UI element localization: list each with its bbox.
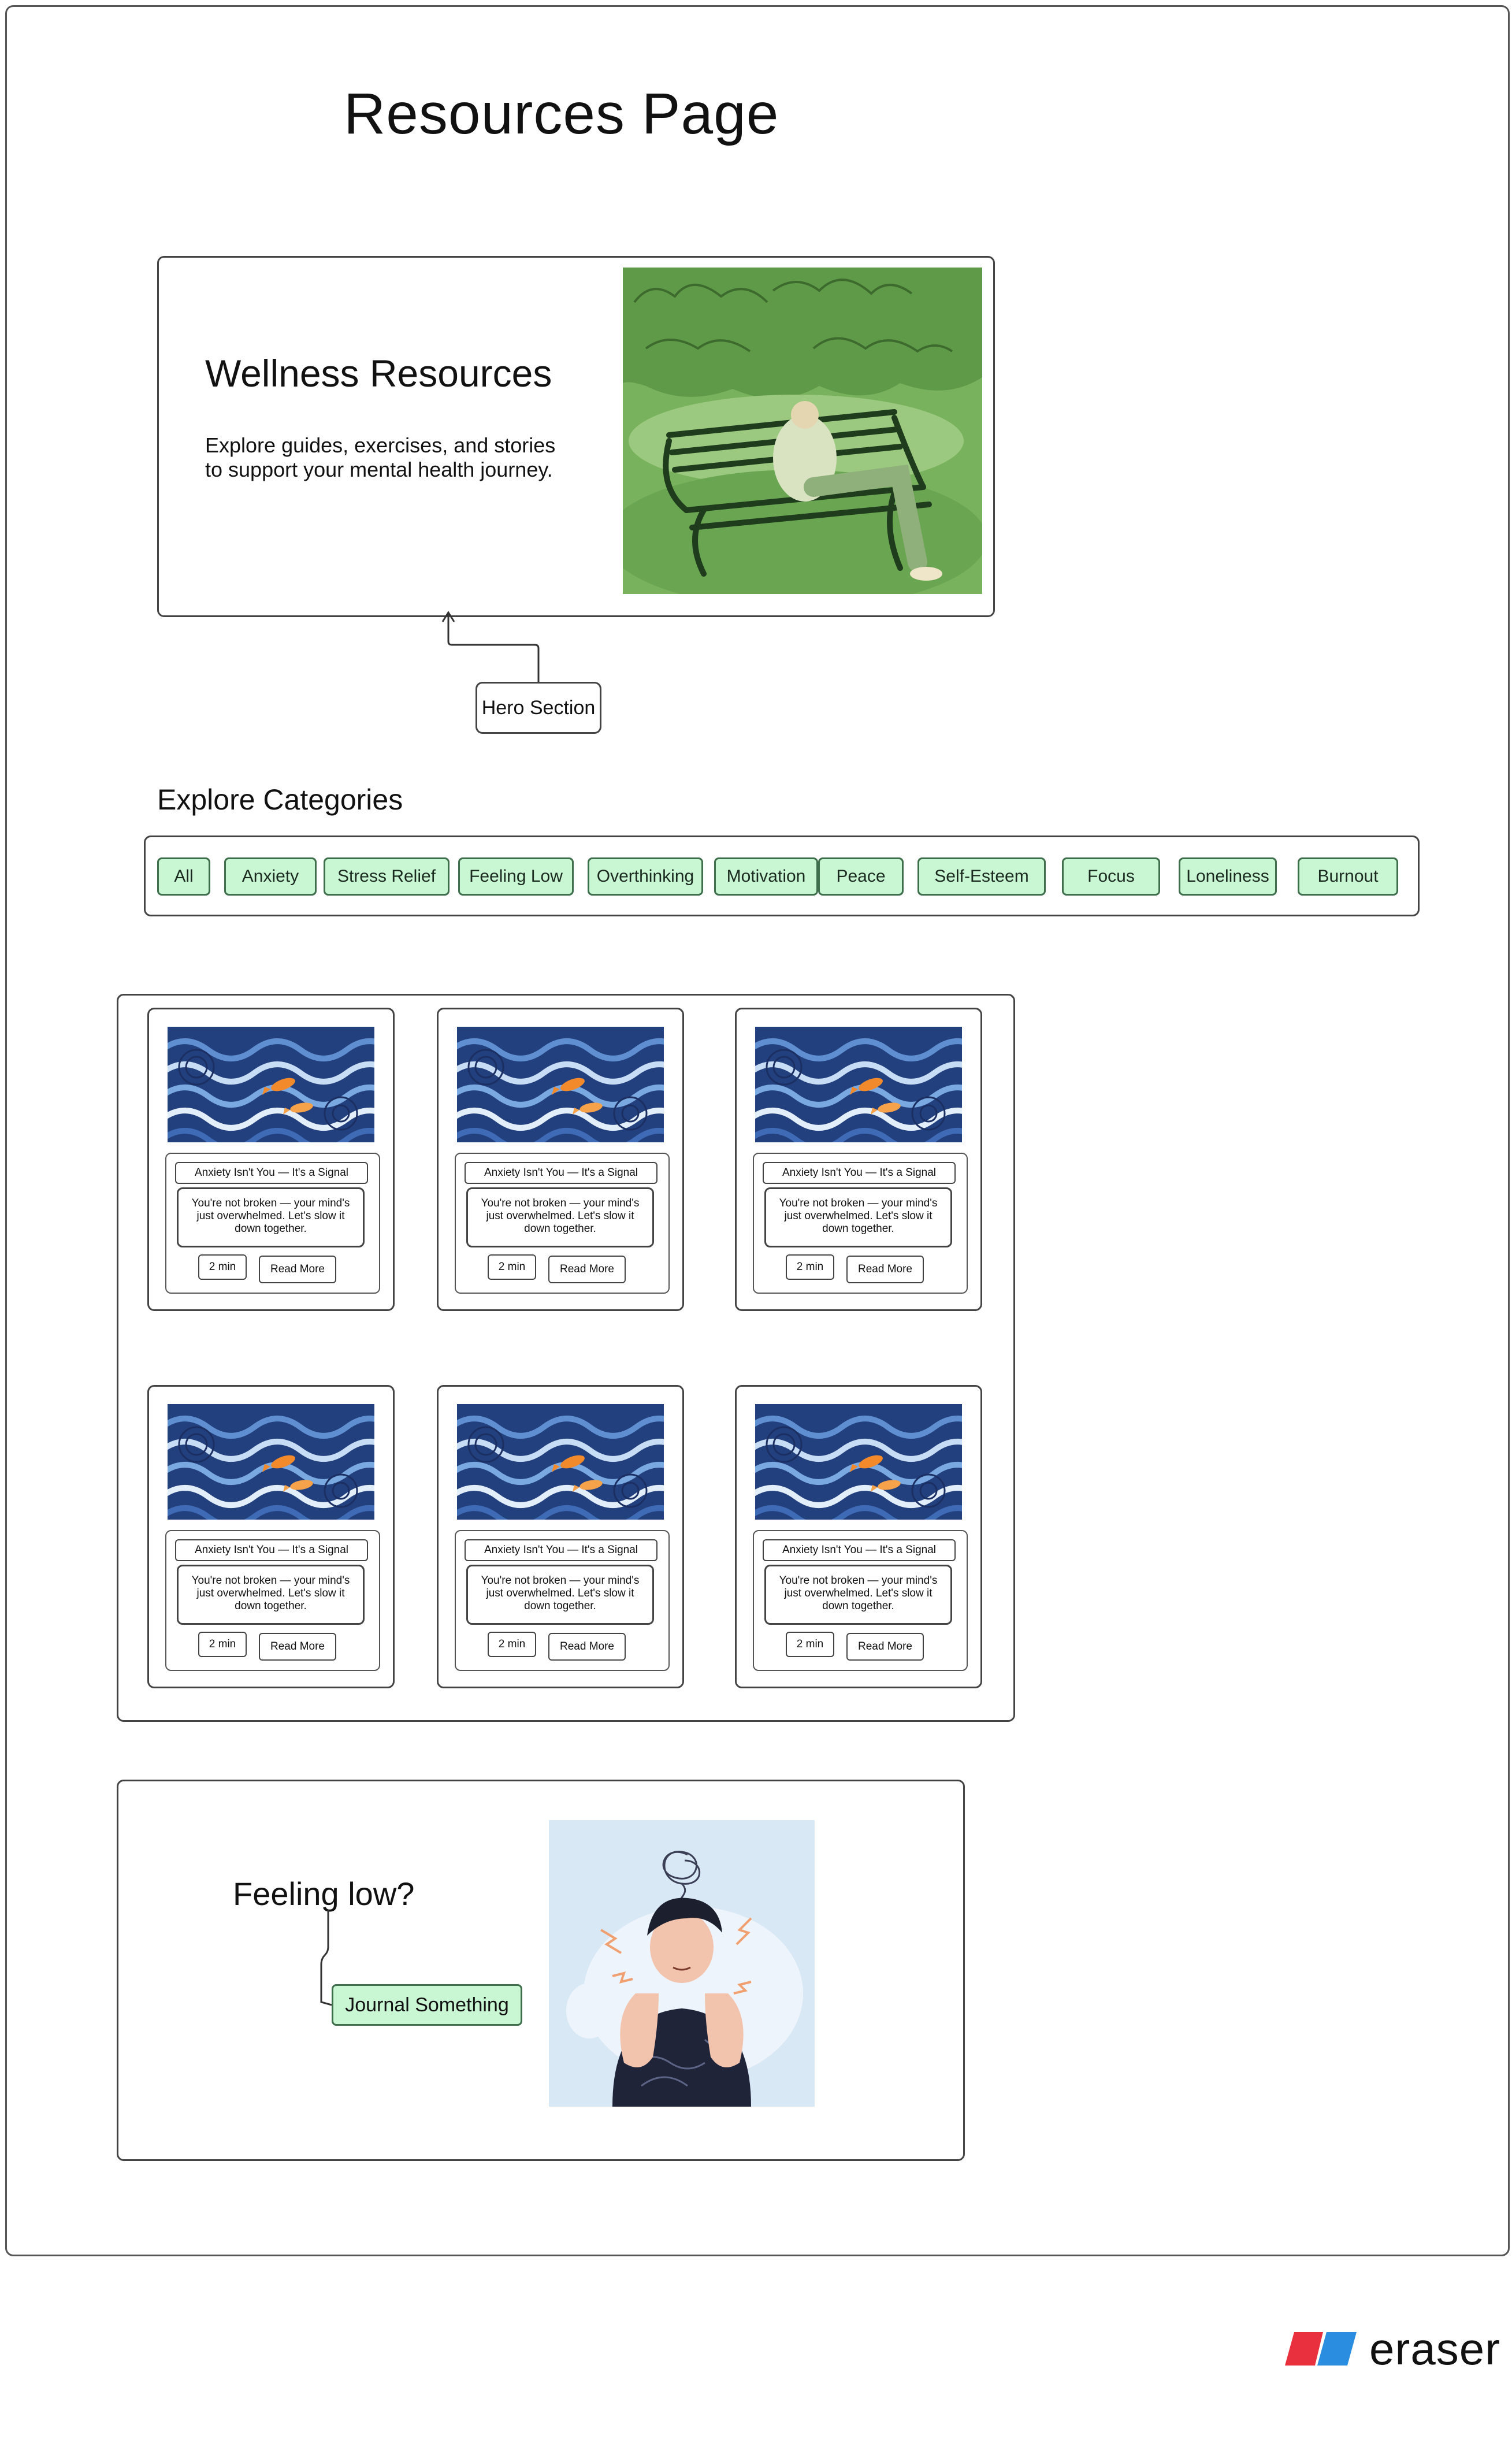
read-more-button[interactable]: Read More [259,1633,336,1661]
card-excerpt: You're not broken — your mind's just ove… [764,1187,952,1247]
read-more-button[interactable]: Read More [846,1256,924,1283]
read-more-button[interactable]: Read More [548,1633,626,1661]
resource-card[interactable]: Anxiety Isn't You — It's a Signal You're… [735,1385,982,1688]
ocean-koi-illustration-icon [168,1404,374,1520]
resource-card[interactable]: Anxiety Isn't You — It's a Signal You're… [147,1008,395,1311]
card-excerpt: You're not broken — your mind's just ove… [466,1187,654,1247]
card-excerpt: You're not broken — your mind's just ove… [466,1565,654,1625]
hero-description: Explore guides, exercises, and stories t… [205,433,556,481]
park-bench-illustration-icon [623,268,982,594]
ocean-koi-illustration-icon [457,1027,664,1142]
ocean-koi-illustration-icon [168,1027,374,1142]
card-excerpt: You're not broken — your mind's just ove… [764,1565,952,1625]
category-chip-stress-relief[interactable]: Stress Relief [324,857,449,896]
read-time-badge: 2 min [786,1254,834,1280]
read-time-badge: 2 min [786,1632,834,1657]
resource-card[interactable]: Anxiety Isn't You — It's a Signal You're… [437,1008,684,1311]
category-chip-feeling-low[interactable]: Feeling Low [458,857,574,896]
hero-title: Wellness Resources [205,352,552,395]
category-chip-anxiety[interactable]: Anxiety [224,857,317,896]
category-chip-loneliness[interactable]: Loneliness [1179,857,1277,896]
hero-section-label: Hero Section [475,682,601,734]
read-time-badge: 2 min [488,1632,536,1657]
page-title: Resources Page [344,81,779,146]
category-chip-all[interactable]: All [157,857,210,896]
card-excerpt: You're not broken — your mind's just ove… [177,1187,365,1247]
category-chip-overthinking[interactable]: Overthinking [588,857,703,896]
card-title: Anxiety Isn't You — It's a Signal [465,1539,657,1561]
resource-card[interactable]: Anxiety Isn't You — It's a Signal You're… [437,1385,684,1688]
resource-card[interactable]: Anxiety Isn't You — It's a Signal You're… [147,1385,395,1688]
ocean-koi-illustration-icon [755,1404,962,1520]
category-chip-self-esteem[interactable]: Self-Esteem [917,857,1046,896]
feeling-low-section [117,1780,965,2161]
read-time-badge: 2 min [488,1254,536,1280]
category-chip-peace[interactable]: Peace [818,857,904,896]
category-chip-motivation[interactable]: Motivation [714,857,818,896]
card-title: Anxiety Isn't You — It's a Signal [763,1539,956,1561]
eraser-logo-icon [1285,2332,1357,2366]
read-more-button[interactable]: Read More [259,1256,336,1283]
eraser-logo-text: eraser [1369,2323,1501,2374]
resource-card[interactable]: Anxiety Isn't You — It's a Signal You're… [735,1008,982,1311]
ocean-koi-illustration-icon [457,1404,664,1520]
category-chip-burnout[interactable]: Burnout [1298,857,1398,896]
categories-heading: Explore Categories [157,783,403,816]
card-title: Anxiety Isn't You — It's a Signal [175,1162,368,1184]
stressed-person-illustration-icon [549,1820,815,2107]
card-title: Anxiety Isn't You — It's a Signal [763,1162,956,1184]
read-more-button[interactable]: Read More [548,1256,626,1283]
read-more-button[interactable]: Read More [846,1633,924,1661]
ocean-koi-illustration-icon [755,1027,962,1142]
card-excerpt: You're not broken — your mind's just ove… [177,1565,365,1625]
card-title: Anxiety Isn't You — It's a Signal [175,1539,368,1561]
read-time-badge: 2 min [198,1632,247,1657]
card-title: Anxiety Isn't You — It's a Signal [465,1162,657,1184]
hero-annotation-arrow [441,611,540,685]
journal-something-button[interactable]: Journal Something [332,1984,522,2026]
category-chip-focus[interactable]: Focus [1062,857,1160,896]
eraser-logo: eraser [1284,2323,1501,2374]
read-time-badge: 2 min [198,1254,247,1280]
